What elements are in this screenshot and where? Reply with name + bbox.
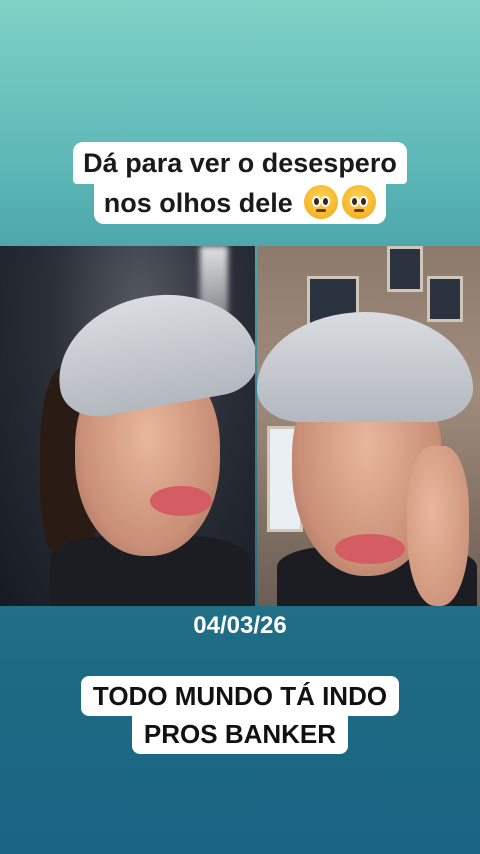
building-window bbox=[426, 276, 463, 322]
pleading-face-icon bbox=[304, 185, 339, 219]
video-panel-left bbox=[0, 246, 255, 606]
top-caption-line-2-wrap: nos olhos dele bbox=[93, 182, 387, 224]
bottom-caption-line-1: TODO MUNDO TÁ INDO bbox=[80, 676, 400, 716]
bottom-caption: TODO MUNDO TÁ INDO PROS BANKER bbox=[60, 676, 420, 754]
lips bbox=[334, 534, 405, 564]
split-video bbox=[0, 246, 480, 606]
video-frame: { "top_caption": { "line1": "Dá para ver… bbox=[0, 0, 480, 854]
video-panel-right bbox=[256, 246, 480, 606]
top-caption-line-1: Dá para ver o desespero bbox=[73, 142, 407, 184]
hand bbox=[406, 446, 469, 606]
pleading-face-icon bbox=[342, 185, 377, 219]
date-label: 04/03/26 bbox=[193, 612, 287, 639]
lips bbox=[150, 486, 212, 516]
bottom-caption-line-2: PROS BANKER bbox=[131, 714, 349, 754]
building-window bbox=[386, 246, 423, 292]
top-caption: Dá para ver o desespero nos olhos dele bbox=[40, 142, 440, 224]
cap bbox=[256, 312, 473, 422]
top-caption-line-2: nos olhos dele bbox=[103, 188, 293, 218]
